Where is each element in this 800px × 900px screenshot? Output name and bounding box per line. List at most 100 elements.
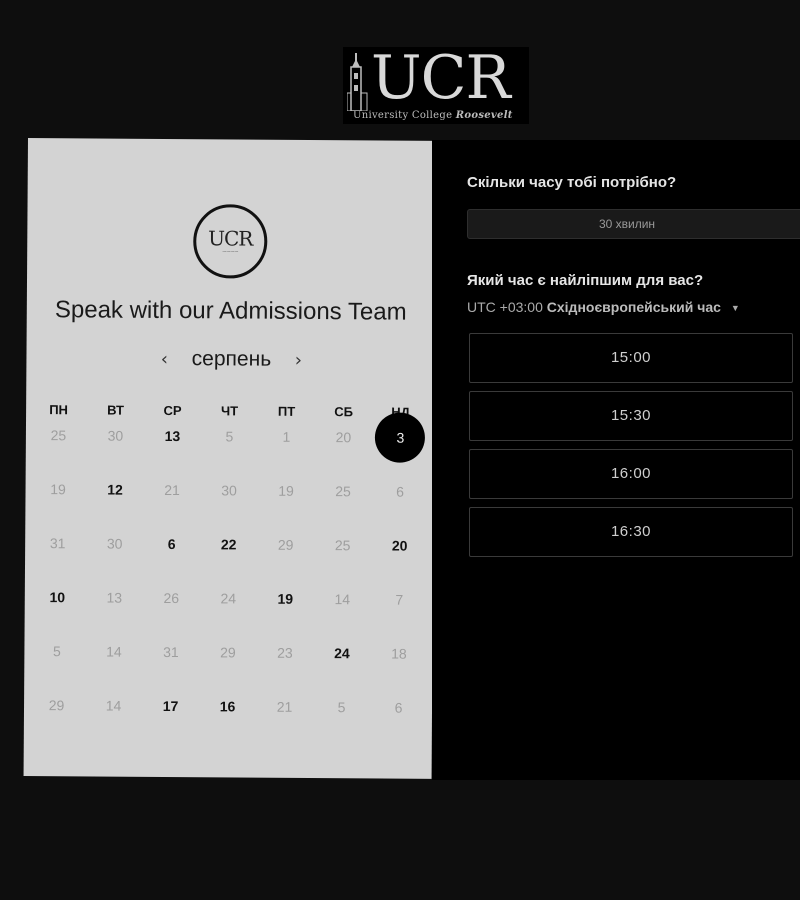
time-slot[interactable]: 16:30 — [469, 507, 793, 557]
calendar-day-number: 25 — [50, 427, 67, 444]
ucr-badge-logo: UCR ———— — [193, 204, 268, 279]
tower-icon — [347, 53, 368, 111]
calendar-week-row: 10 13 26 24 19 14 7 — [28, 588, 428, 645]
time-slot[interactable]: 16:00 — [469, 449, 793, 499]
time-selection-panel: Скільки часу тобі потрібно? 30 хвилин Як… — [432, 140, 800, 780]
ucr-header-logo: UCR University College Roosevelt — [343, 43, 529, 124]
calendar-week-row: 29 14 17 16 21 5 6 — [28, 696, 428, 753]
calendar-day-number: 14 — [105, 697, 122, 714]
calendar-day: 6 — [371, 482, 428, 500]
calendar-day-selected[interactable]: 3 — [372, 428, 429, 446]
calendar-day-number: 25 — [335, 483, 351, 500]
calendar-day[interactable]: 10 — [29, 588, 86, 606]
calendar-day: 6 — [370, 698, 427, 716]
calendar-day-number: 3 — [396, 429, 405, 446]
month-label: серпень — [191, 347, 272, 371]
calendar-day-number: 30 — [221, 482, 237, 499]
calendar-day: 30 — [86, 534, 143, 552]
calendar-day-number: 19 — [50, 481, 66, 498]
time-slot[interactable]: 15:00 — [469, 333, 793, 383]
calendar-day-number: 17 — [162, 697, 179, 715]
calendar-day-number: 31 — [49, 535, 66, 552]
calendar-day-number: 18 — [391, 645, 407, 662]
calendar-panel: UCR ———— Speak with our Admissions Team … — [23, 138, 436, 779]
calendar-day: 14 — [85, 642, 142, 660]
calendar-week-row: 19 12 21 30 19 25 6 — [29, 480, 429, 537]
caret-down-icon: ▼ — [730, 303, 740, 314]
calendar-day-number: 6 — [396, 483, 404, 500]
calendar-day-number: 6 — [394, 699, 403, 716]
calendar-day-number: 29 — [48, 697, 65, 714]
calendar-day-number: 20 — [391, 537, 408, 554]
calendar-day: 31 — [142, 643, 199, 661]
calendar-day[interactable]: 6 — [143, 535, 200, 553]
calendar-day-number: 16 — [219, 698, 236, 715]
calendar-grid: 25 30 13 5 1 20 3 19 12 21 30 19 25 6 31 30 6 22 29 25 20 10 1… — [28, 426, 430, 753]
weekday-label: ПТ — [277, 403, 296, 419]
calendar-day: 29 — [199, 643, 256, 661]
calendar-day-number: 13 — [106, 589, 123, 606]
calendar-day-number: 13 — [164, 427, 181, 445]
badge-mark: UCR — [208, 225, 253, 251]
calendar-day: 30 — [200, 481, 257, 499]
calendar-day-number: 20 — [335, 429, 352, 446]
duration-select[interactable]: 30 хвилин — [467, 209, 800, 239]
time-slot[interactable]: 15:30 — [469, 391, 793, 441]
calendar-day-number: 7 — [395, 591, 404, 608]
duration-question: Скільки часу тобі потрібно? — [467, 174, 677, 191]
calendar-day-number: 24 — [220, 590, 237, 607]
calendar-day[interactable]: 12 — [86, 480, 143, 498]
logo-tagline: University College Roosevelt — [353, 110, 513, 121]
calendar-day: 29 — [28, 696, 85, 714]
calendar-day: 30 — [87, 426, 144, 444]
calendar-day-number: 29 — [220, 644, 236, 661]
calendar-day[interactable]: 20 — [371, 536, 428, 554]
calendar-day: 20 — [315, 428, 372, 446]
chevron-left-icon[interactable]: ‹ — [156, 348, 172, 369]
calendar-day-number: 6 — [167, 535, 176, 553]
calendar-day-number: 31 — [163, 643, 179, 661]
calendar-day: 25 — [30, 426, 87, 444]
calendar-day-number: 24 — [334, 645, 350, 662]
calendar-day-number: 1 — [282, 428, 291, 445]
calendar-day: 18 — [370, 644, 427, 662]
weekday-label: ВТ — [107, 402, 125, 418]
calendar-day[interactable]: 22 — [200, 535, 257, 553]
calendar-day-number: 14 — [106, 643, 122, 660]
calendar-day-number: 5 — [225, 428, 234, 445]
calendar-day-number: 22 — [220, 536, 237, 553]
calendar-day-number: 30 — [107, 427, 124, 444]
calendar-day-number: 26 — [163, 589, 180, 607]
weekday-header: ПН ВТ СР ЧТ ПТ СБ НД — [30, 402, 430, 420]
calendar-day[interactable]: 19 — [257, 590, 314, 608]
calendar-day: 14 — [314, 590, 371, 608]
calendar-day-number: 14 — [334, 591, 351, 608]
calendar-day-number: 21 — [276, 698, 293, 715]
calendar-day[interactable]: 13 — [144, 427, 201, 445]
calendar-day[interactable]: 17 — [142, 697, 199, 715]
calendar-week-row: 31 30 6 22 29 25 20 — [29, 534, 429, 591]
calendar-day: 23 — [256, 644, 313, 662]
calendar-day-number: 23 — [277, 644, 293, 661]
calendar-day-number: 25 — [334, 537, 351, 554]
calendar-day: 31 — [29, 534, 86, 552]
calendar-day: 19 — [29, 480, 86, 498]
calendar-day: 26 — [143, 589, 200, 607]
weekday-label: СР — [163, 402, 182, 419]
timezone-name: Східноєвропейський час — [546, 299, 721, 315]
logo-tagline-prefix: University College — [353, 110, 453, 121]
logo-mark: UCR — [371, 43, 511, 113]
calendar-day[interactable]: 16 — [199, 697, 256, 715]
timezone-offset: UTC +03:00 — [467, 299, 543, 315]
calendar-day[interactable]: 24 — [313, 644, 370, 662]
calendar-day: 29 — [257, 536, 314, 554]
booking-page: UCR University College Roosevelt UCR ———… — [0, 0, 800, 900]
weekday-label: ПН — [49, 402, 69, 418]
logo-tagline-suffix: Roosevelt — [455, 110, 513, 121]
timezone-select[interactable]: UTC +03:00 Східноєвропейський час ▼ — [467, 299, 740, 315]
badge-tagline-line: ———— — [222, 247, 239, 253]
month-navigation: ‹ серпень › — [156, 344, 306, 375]
calendar-day-number: 5 — [337, 699, 346, 716]
chevron-right-icon[interactable]: › — [290, 349, 306, 370]
calendar-day-number: 10 — [49, 589, 66, 606]
